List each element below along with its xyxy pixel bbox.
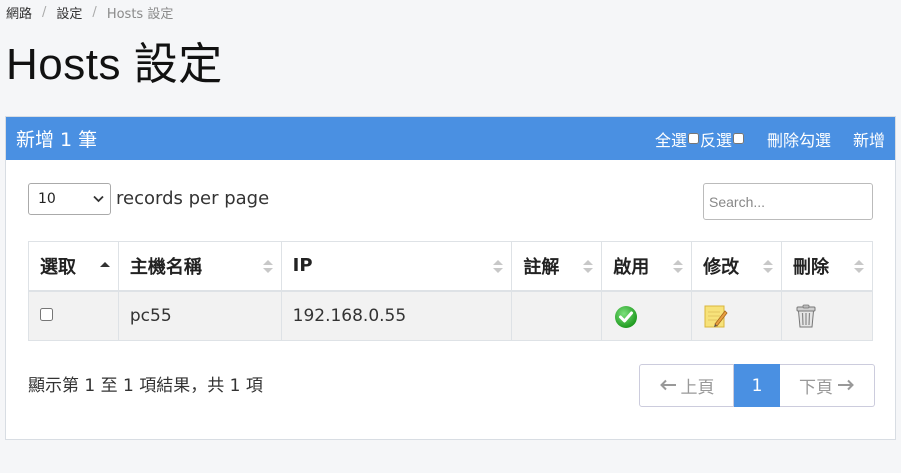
- prev-page-button[interactable]: 上頁: [639, 364, 734, 407]
- check-circle-icon[interactable]: [613, 303, 639, 329]
- column-header-select[interactable]: 選取: [28, 241, 119, 292]
- column-header-edit[interactable]: 修改: [691, 241, 783, 292]
- column-label: IP: [292, 255, 313, 277]
- pagination: 上頁 1 下頁: [639, 364, 875, 407]
- column-header-hostname[interactable]: 主機名稱: [117, 241, 282, 292]
- table-controls: 10 records per page: [28, 183, 873, 221]
- panel-title: 新增 1 筆: [16, 129, 98, 151]
- select-all-checkbox[interactable]: [687, 133, 699, 144]
- cell-edit: [691, 290, 783, 341]
- sort-icon: [673, 260, 684, 274]
- sort-asc-icon: [99, 262, 110, 276]
- chevron-down-icon: [93, 193, 104, 206]
- sort-icon: [262, 260, 273, 274]
- page-length-value: 10: [38, 191, 56, 207]
- table-info: 顯示第 1 至 1 項結果，共 1 項: [28, 376, 263, 396]
- page-length-select[interactable]: 10: [28, 183, 111, 215]
- column-label: 註解: [523, 256, 560, 278]
- page-title: Hosts 設定: [6, 40, 223, 89]
- table-header-row: 選取 主機名稱 IP 註解 啟用 修改 刪除: [28, 241, 873, 292]
- select-all-label[interactable]: 全選: [655, 127, 687, 151]
- sort-icon: [763, 260, 774, 274]
- page-length-label: records per page: [116, 188, 270, 209]
- column-label: 修改: [703, 256, 740, 278]
- breadcrumb: 網路 / 設定 / Hosts 設定: [6, 3, 173, 22]
- cell-hostname: pc55: [117, 290, 282, 341]
- sort-icon: [854, 260, 864, 274]
- edit-note-icon[interactable]: [703, 303, 729, 329]
- hosts-panel: 新增 1 筆 全選 反選 刪除勾選 新增 10 records per page…: [5, 116, 896, 440]
- column-header-enabled[interactable]: 啟用: [601, 241, 693, 292]
- arrow-left-icon: [659, 376, 677, 396]
- column-header-comment[interactable]: 註解: [511, 241, 603, 292]
- next-page-button[interactable]: 下頁: [780, 364, 875, 407]
- breadcrumb-separator: /: [92, 5, 97, 20]
- row-select-checkbox[interactable]: [40, 307, 53, 321]
- breadcrumb-current: Hosts 設定: [106, 7, 174, 22]
- arrow-right-icon: [837, 376, 855, 396]
- table-row: pc55 192.168.0.55: [28, 290, 873, 341]
- breadcrumb-network[interactable]: 網路: [6, 3, 32, 22]
- cell-enabled: [601, 290, 693, 341]
- cell-ip: 192.168.0.55: [280, 290, 513, 341]
- breadcrumb-settings[interactable]: 設定: [56, 3, 82, 22]
- delete-checked-button[interactable]: 刪除勾選: [767, 127, 831, 151]
- panel-header: 新增 1 筆 全選 反選 刪除勾選 新增: [6, 117, 895, 160]
- panel-actions: 全選 反選 刪除勾選 新增: [655, 127, 885, 151]
- column-header-ip[interactable]: IP: [280, 241, 513, 292]
- column-header-delete[interactable]: 刪除: [781, 241, 873, 292]
- column-label: 主機名稱: [129, 256, 202, 278]
- cell-comment: [511, 290, 603, 341]
- breadcrumb-separator: /: [42, 5, 47, 20]
- hosts-table: 選取 主機名稱 IP 註解 啟用 修改 刪除 pc55 192.168.0.55: [28, 241, 873, 341]
- column-label: 選取: [40, 256, 76, 278]
- add-button[interactable]: 新增: [853, 127, 885, 151]
- cell-select: [28, 290, 119, 341]
- invert-selection-label[interactable]: 反選: [700, 127, 732, 151]
- search-input[interactable]: [703, 183, 873, 220]
- invert-selection-checkbox[interactable]: [732, 133, 744, 144]
- page-number-button[interactable]: 1: [734, 364, 780, 407]
- trash-can-icon[interactable]: [793, 303, 819, 329]
- column-label: 刪除: [793, 256, 830, 278]
- column-label: 啟用: [613, 256, 650, 278]
- sort-icon: [583, 260, 594, 274]
- cell-delete: [781, 290, 873, 341]
- sort-icon: [493, 260, 504, 274]
- prev-page-label: 上頁: [680, 378, 715, 398]
- next-page-label: 下頁: [799, 378, 833, 398]
